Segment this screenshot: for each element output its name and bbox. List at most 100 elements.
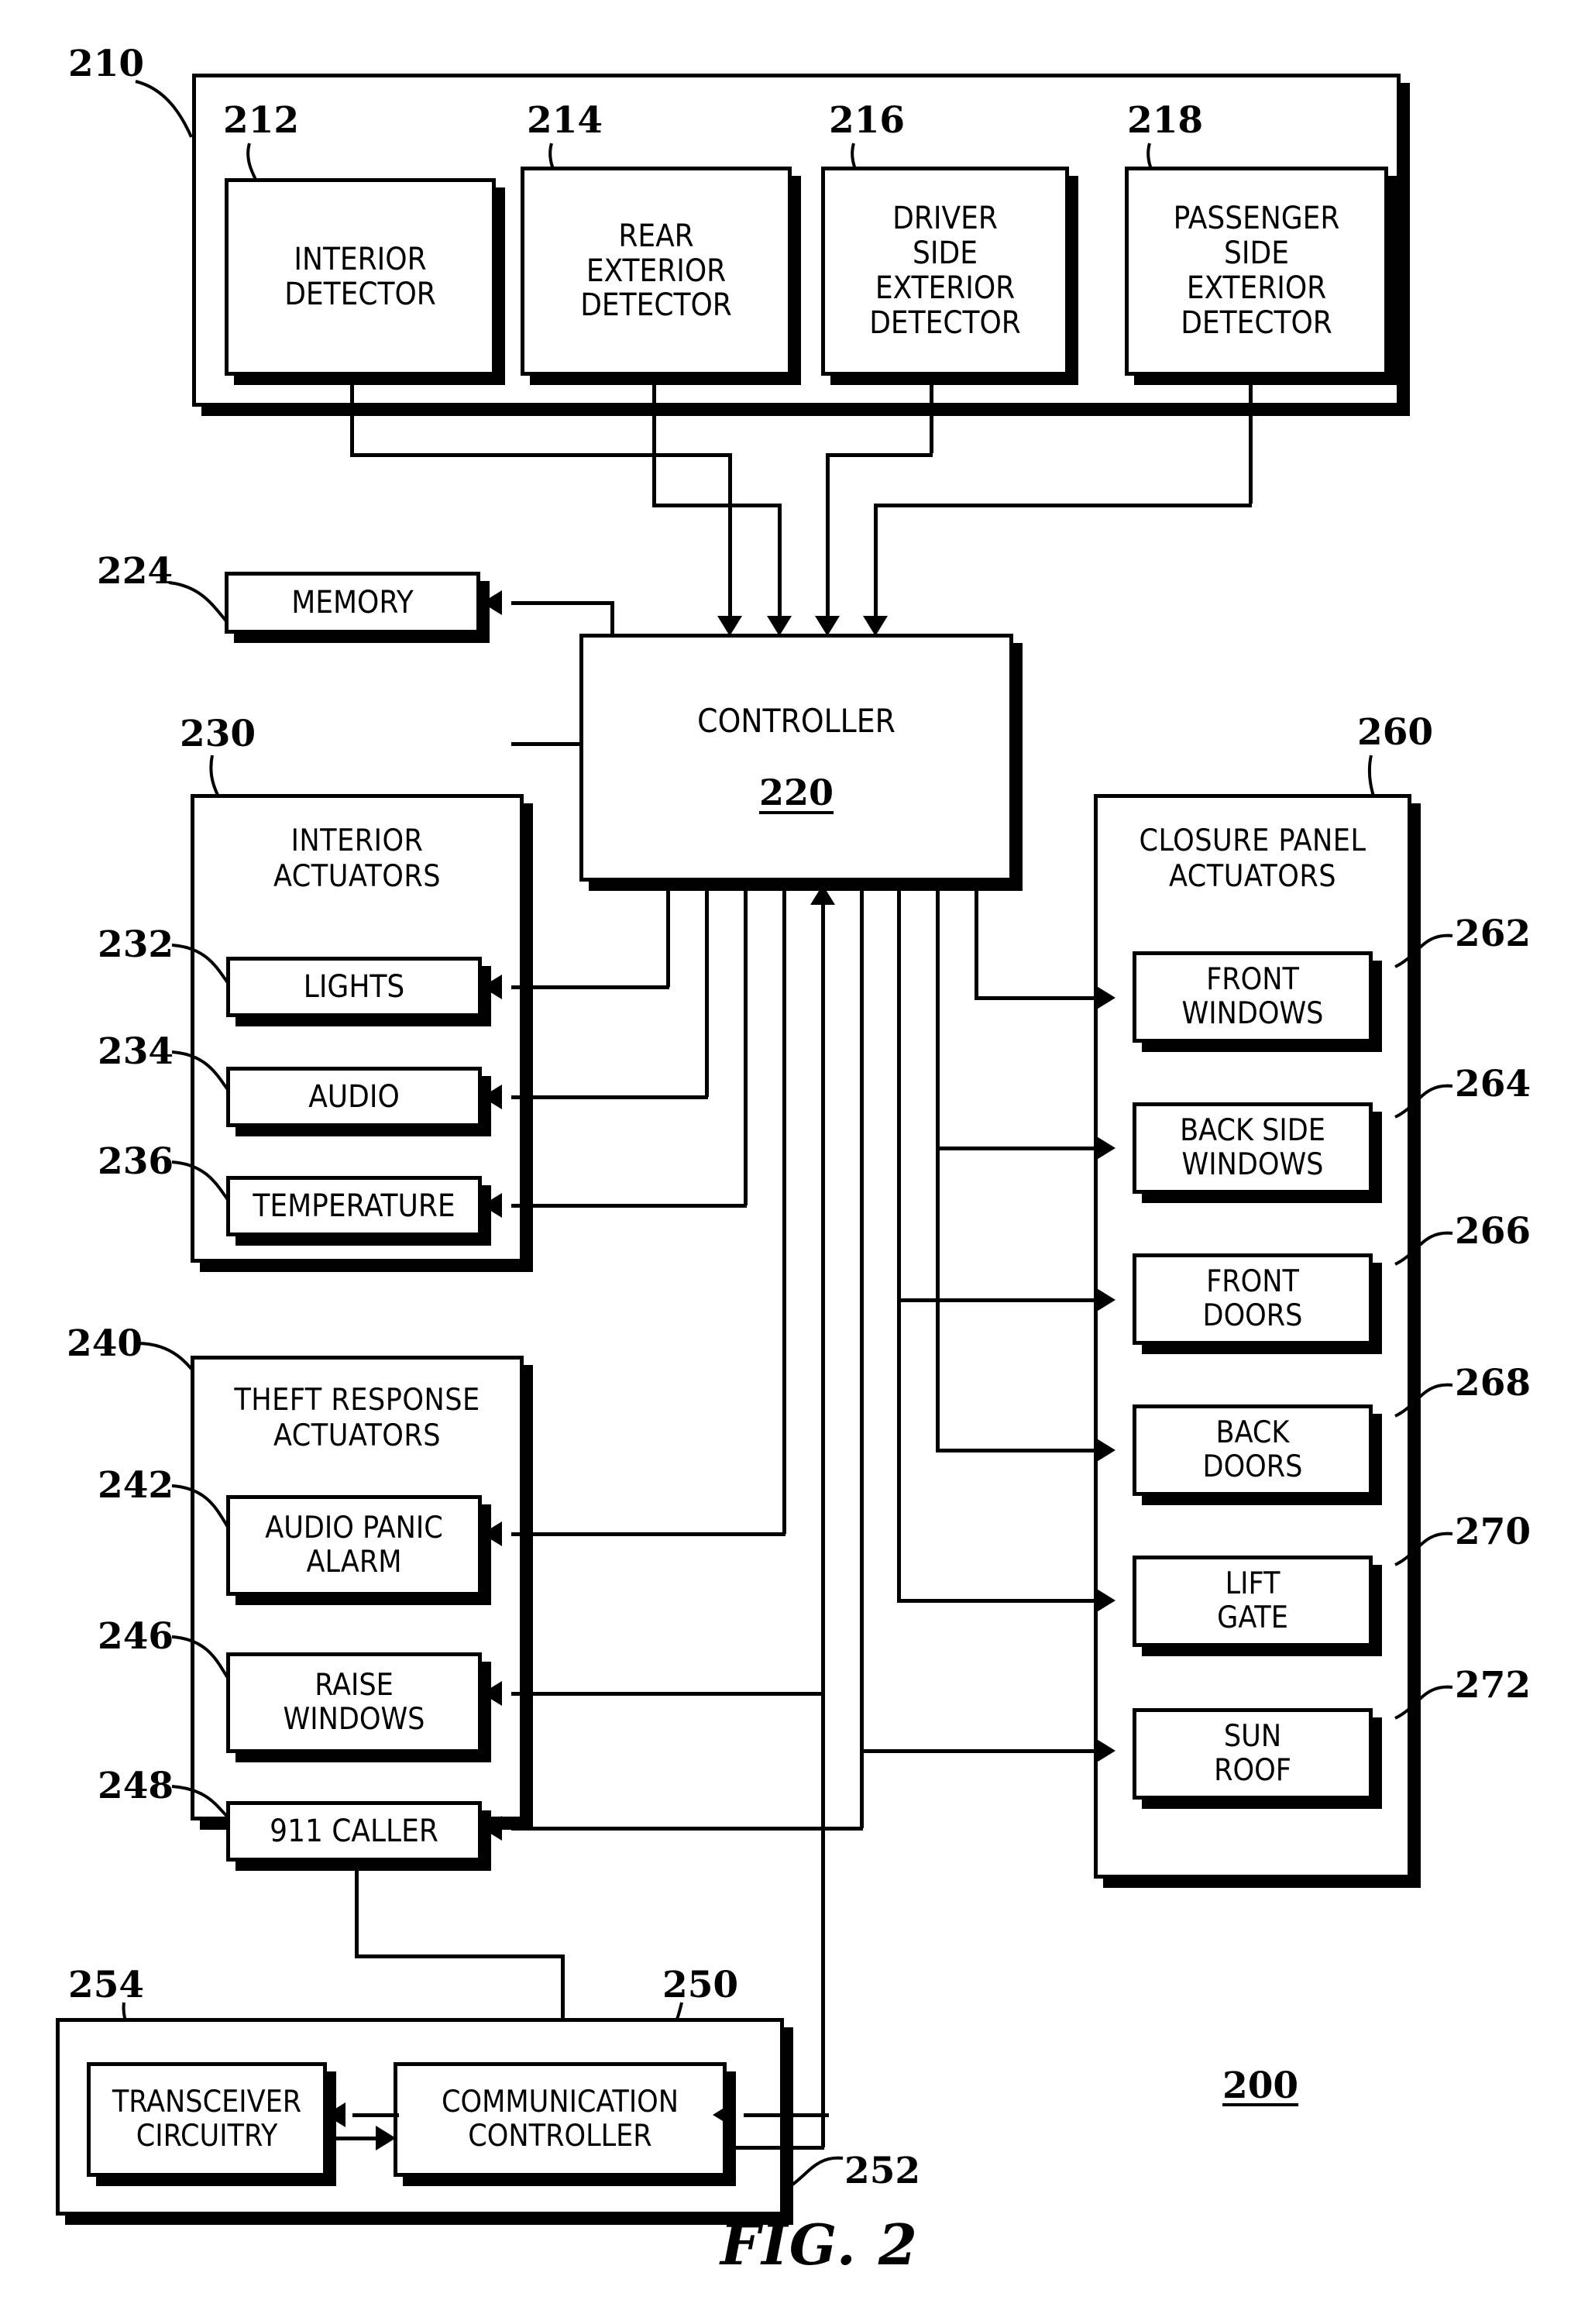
interior-actuators-title-text: INTERIOR ACTUATORS — [273, 823, 442, 895]
arrow-back-doors — [1095, 1438, 1116, 1463]
system-ref-200: 200 — [1222, 2064, 1299, 2107]
wire-fw-v — [975, 882, 978, 998]
audio-box[interactable]: AUDIO — [226, 1067, 482, 1127]
back-side-windows-label: BACK SIDE WINDOWS — [1180, 1113, 1325, 1182]
communication-controller-label: COMMUNICATION CONTROLLER — [441, 2085, 679, 2154]
controller-ref: 220 — [758, 771, 834, 813]
caller-911-label: 911 CALLER — [270, 1813, 438, 1849]
driver-side-exterior-detector-label: DRIVER SIDE EXTERIOR DETECTOR — [869, 201, 1021, 341]
wire-lg-h — [897, 1599, 1098, 1603]
ref-218: 218 — [1127, 99, 1204, 142]
interior-actuators-title: INTERIOR ACTUATORS — [191, 823, 524, 895]
wire-bd-v — [936, 882, 940, 1452]
wire-214-c — [778, 504, 782, 620]
controller-label: CONTROLLER — [697, 701, 896, 740]
interior-detector-label: INTERIOR DETECTOR — [284, 241, 436, 312]
leader-268 — [1394, 1383, 1453, 1418]
ref-248: 248 — [98, 1765, 174, 1807]
sun-roof-box[interactable]: SUN ROOF — [1133, 1708, 1373, 1800]
closure-panel-title: CLOSURE PANEL ACTUATORS — [1094, 823, 1411, 895]
wire-panic-h — [511, 1532, 786, 1536]
temperature-label: TEMPERATURE — [253, 1188, 455, 1224]
back-side-windows-box[interactable]: BACK SIDE WINDOWS — [1133, 1102, 1373, 1194]
ref-234: 234 — [98, 1030, 174, 1073]
wire-audio-h — [511, 1095, 708, 1099]
leader-266 — [1394, 1231, 1453, 1266]
wire-temp-h — [511, 1204, 747, 1208]
arrow-front-doors — [1095, 1287, 1116, 1312]
transceiver-circuitry-label: TRANSCEIVER CIRCUITRY — [112, 2085, 302, 2154]
ref-216: 216 — [829, 99, 906, 142]
ref-210: 210 — [68, 43, 145, 85]
arrow-911-caller — [482, 1816, 502, 1841]
wire-212-b — [350, 453, 731, 457]
wire-panic-v — [782, 882, 786, 1534]
leader-210 — [135, 80, 193, 138]
wire-comm-up-c — [821, 922, 825, 2147]
audio-panic-alarm-box[interactable]: AUDIO PANIC ALARM — [226, 1495, 482, 1596]
wire-fd-h — [897, 1298, 1098, 1302]
raise-windows-label: RAISE WINDOWS — [283, 1668, 425, 1737]
wire-temp-v — [744, 882, 748, 1205]
back-doors-label: BACK DOORS — [1202, 1415, 1303, 1484]
arrow-comm-to-transceiver — [325, 2102, 345, 2127]
arrow-audio — [482, 1085, 502, 1109]
front-windows-label: FRONT WINDOWS — [1181, 962, 1324, 1031]
wire-212-a — [350, 376, 354, 453]
wire-mem-in — [511, 601, 614, 605]
wire-218-c — [874, 504, 878, 620]
ref-242: 242 — [98, 1464, 174, 1507]
temperature-box[interactable]: TEMPERATURE — [226, 1176, 482, 1236]
wire-218-b — [874, 504, 1252, 507]
closure-panel-title-text: CLOSURE PANEL ACTUATORS — [1139, 823, 1366, 895]
ref-260: 260 — [1357, 711, 1434, 754]
ref-236: 236 — [98, 1140, 174, 1183]
theft-response-title-text: THEFT RESPONSE ACTUATORS — [234, 1383, 480, 1454]
leader-252 — [782, 2156, 844, 2192]
interior-detector-box[interactable]: INTERIOR DETECTOR — [225, 178, 496, 376]
passenger-side-exterior-detector-box[interactable]: PASSENGER SIDE EXTERIOR DETECTOR — [1125, 167, 1388, 376]
wire-911-h — [511, 1827, 863, 1831]
leader-270 — [1394, 1532, 1453, 1566]
wire-comm-to-trans — [352, 2113, 399, 2117]
wire-fw-h — [975, 996, 1098, 1000]
wire-raise-h — [511, 1692, 824, 1696]
lights-box[interactable]: LIGHTS — [226, 957, 482, 1017]
transceiver-circuitry-box[interactable]: TRANSCEIVER CIRCUITRY — [87, 2062, 327, 2177]
wire-214-b — [652, 504, 781, 507]
ref-250: 250 — [662, 1964, 739, 2006]
wire-bsw-h — [936, 1147, 1098, 1150]
controller-box[interactable]: CONTROLLER 220 — [579, 634, 1013, 882]
ref-240: 240 — [67, 1322, 143, 1365]
front-windows-box[interactable]: FRONT WINDOWS — [1133, 951, 1373, 1043]
lift-gate-label: LIFT GATE — [1217, 1566, 1288, 1635]
arrow-raise-windows — [482, 1681, 502, 1706]
lift-gate-box[interactable]: LIFT GATE — [1133, 1556, 1373, 1647]
ref-230: 230 — [180, 713, 256, 755]
communication-controller-box[interactable]: COMMUNICATION CONTROLLER — [394, 2062, 727, 2177]
memory-box[interactable]: MEMORY — [225, 572, 480, 634]
ref-254: 254 — [68, 1964, 145, 2006]
wire-lights-v — [666, 882, 670, 987]
back-doors-box[interactable]: BACK DOORS — [1133, 1404, 1373, 1496]
rear-exterior-detector-box[interactable]: REAR EXTERIOR DETECTOR — [521, 167, 792, 376]
arrow-comm-to-controller — [810, 885, 835, 905]
ref-224: 224 — [97, 550, 174, 593]
arrow-lights — [482, 975, 502, 999]
leader-272 — [1394, 1685, 1453, 1720]
raise-windows-box[interactable]: RAISE WINDOWS — [226, 1652, 482, 1753]
front-doors-box[interactable]: FRONT DOORS — [1133, 1253, 1373, 1345]
theft-response-title: THEFT RESPONSE ACTUATORS — [191, 1383, 524, 1454]
arrow-transceiver-to-comm — [376, 2126, 396, 2150]
wire-212-c — [728, 453, 732, 620]
arrow-front-windows — [1095, 985, 1116, 1010]
driver-side-exterior-detector-box[interactable]: DRIVER SIDE EXTERIOR DETECTOR — [821, 167, 1069, 376]
wire-bd-h — [936, 1449, 1098, 1452]
rear-exterior-detector-label: REAR EXTERIOR DETECTOR — [580, 218, 732, 324]
wire-216-c — [826, 453, 830, 620]
memory-label: MEMORY — [291, 584, 414, 621]
wire-216-b — [826, 453, 933, 457]
caller-911-box[interactable]: 911 CALLER — [226, 1801, 482, 1862]
ref-232: 232 — [98, 923, 174, 966]
wire-comm-up-b — [730, 2146, 824, 2150]
